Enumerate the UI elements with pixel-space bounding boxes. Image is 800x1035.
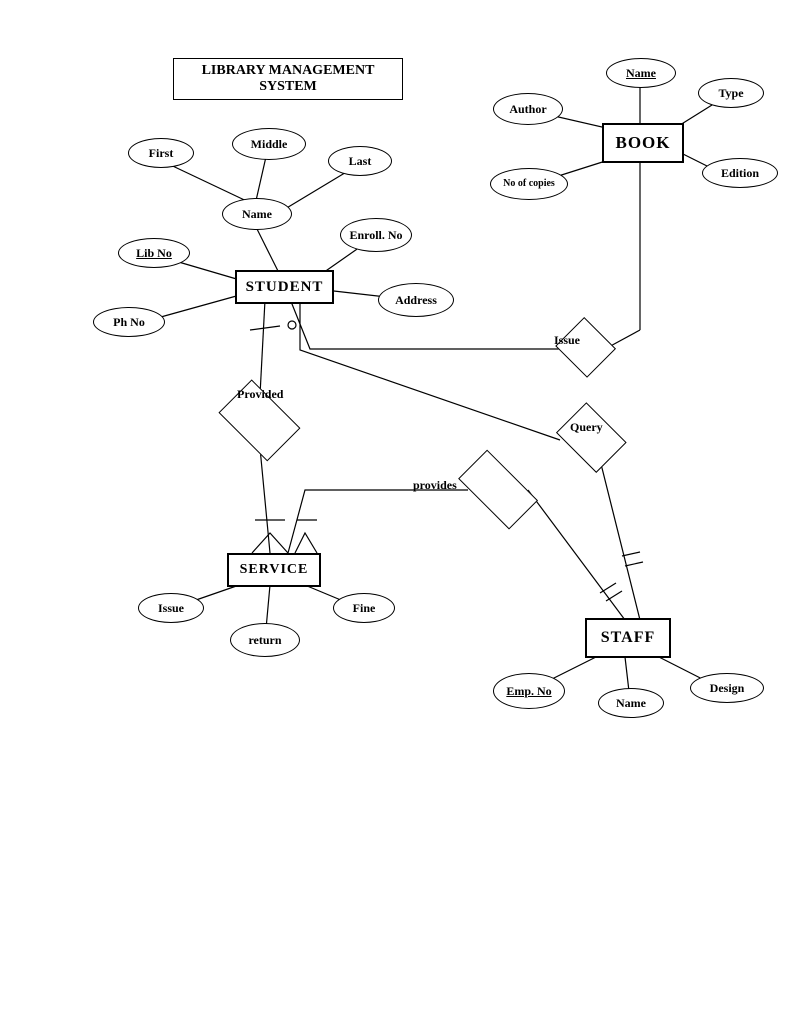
attr-student-enrollno: Enroll. No bbox=[340, 218, 412, 252]
attr-service-fine-label: Fine bbox=[353, 602, 376, 615]
entity-book: BOOK bbox=[602, 123, 684, 163]
attr-staff-design: Design bbox=[690, 673, 764, 703]
attr-book-copies-label: No of copies bbox=[503, 179, 555, 190]
attr-book-edition: Edition bbox=[702, 158, 778, 188]
title-text: LIBRARY MANAGEMENT SYSTEM bbox=[202, 63, 375, 94]
entity-staff-label: STAFF bbox=[601, 629, 655, 647]
attr-student-first-label: First bbox=[149, 147, 174, 160]
attr-book-copies: No of copies bbox=[490, 168, 568, 200]
attr-student-name-label: Name bbox=[242, 208, 272, 221]
attr-staff-design-label: Design bbox=[710, 682, 745, 695]
attr-staff-name: Name bbox=[598, 688, 664, 718]
entity-student-label: STUDENT bbox=[246, 279, 324, 296]
entity-service: SERVICE bbox=[227, 553, 321, 587]
attr-staff-empno-label: Emp. No bbox=[506, 685, 551, 698]
entity-student: STUDENT bbox=[235, 270, 334, 304]
rel-query-label: Query bbox=[570, 420, 603, 435]
attr-student-first: First bbox=[128, 138, 194, 168]
attr-book-author-label: Author bbox=[509, 103, 546, 116]
er-diagram: LIBRARY MANAGEMENT SYSTEM bbox=[0, 0, 800, 1035]
diagram-title: LIBRARY MANAGEMENT SYSTEM bbox=[173, 58, 403, 100]
attr-student-phno-label: Ph No bbox=[113, 316, 145, 329]
attr-student-middle: Middle bbox=[232, 128, 306, 160]
attr-student-name: Name bbox=[222, 198, 292, 230]
rel-issue-label: Issue bbox=[554, 333, 580, 348]
attr-service-return: return bbox=[230, 623, 300, 657]
attr-service-issue: Issue bbox=[138, 593, 204, 623]
rel-issue-text: Issue bbox=[554, 333, 580, 347]
attr-student-last: Last bbox=[328, 146, 392, 176]
attr-book-type: Type bbox=[698, 78, 764, 108]
attr-student-address-label: Address bbox=[395, 294, 437, 307]
entity-book-label: BOOK bbox=[615, 133, 670, 153]
rel-provides-shape bbox=[458, 450, 538, 530]
attr-book-name: Name bbox=[606, 58, 676, 88]
attr-staff-name-label: Name bbox=[616, 697, 646, 710]
attr-service-fine: Fine bbox=[333, 593, 395, 623]
attr-student-libno-label: Lib No bbox=[136, 247, 172, 260]
attr-student-phno: Ph No bbox=[93, 307, 165, 337]
attr-student-enrollno-label: Enroll. No bbox=[349, 229, 402, 242]
attr-service-issue-label: Issue bbox=[158, 602, 184, 615]
rel-issue-shape bbox=[555, 317, 616, 378]
entity-service-label: SERVICE bbox=[240, 562, 309, 578]
attr-student-last-label: Last bbox=[349, 155, 372, 168]
rel-query-text: Query bbox=[570, 420, 603, 434]
rel-provides-text: provides bbox=[413, 478, 457, 492]
entity-staff: STAFF bbox=[585, 618, 671, 658]
attr-student-middle-label: Middle bbox=[251, 138, 288, 151]
attr-book-edition-label: Edition bbox=[721, 167, 759, 180]
attr-staff-empno: Emp. No bbox=[493, 673, 565, 709]
rel-query-shape bbox=[556, 402, 626, 472]
rel-query bbox=[552, 408, 630, 466]
attr-book-type-label: Type bbox=[718, 87, 743, 100]
attr-book-name-label: Name bbox=[626, 67, 656, 80]
rel-provided-label: Provided bbox=[237, 387, 283, 402]
rel-provides bbox=[448, 462, 548, 518]
attr-service-return-label: return bbox=[248, 634, 281, 647]
attr-book-author: Author bbox=[493, 93, 563, 125]
attr-student-address: Address bbox=[378, 283, 454, 317]
rel-provides-label: provides bbox=[413, 478, 457, 493]
rel-issue bbox=[555, 320, 617, 376]
attr-student-libno: Lib No bbox=[118, 238, 190, 268]
rel-provided-text: Provided bbox=[237, 387, 283, 401]
